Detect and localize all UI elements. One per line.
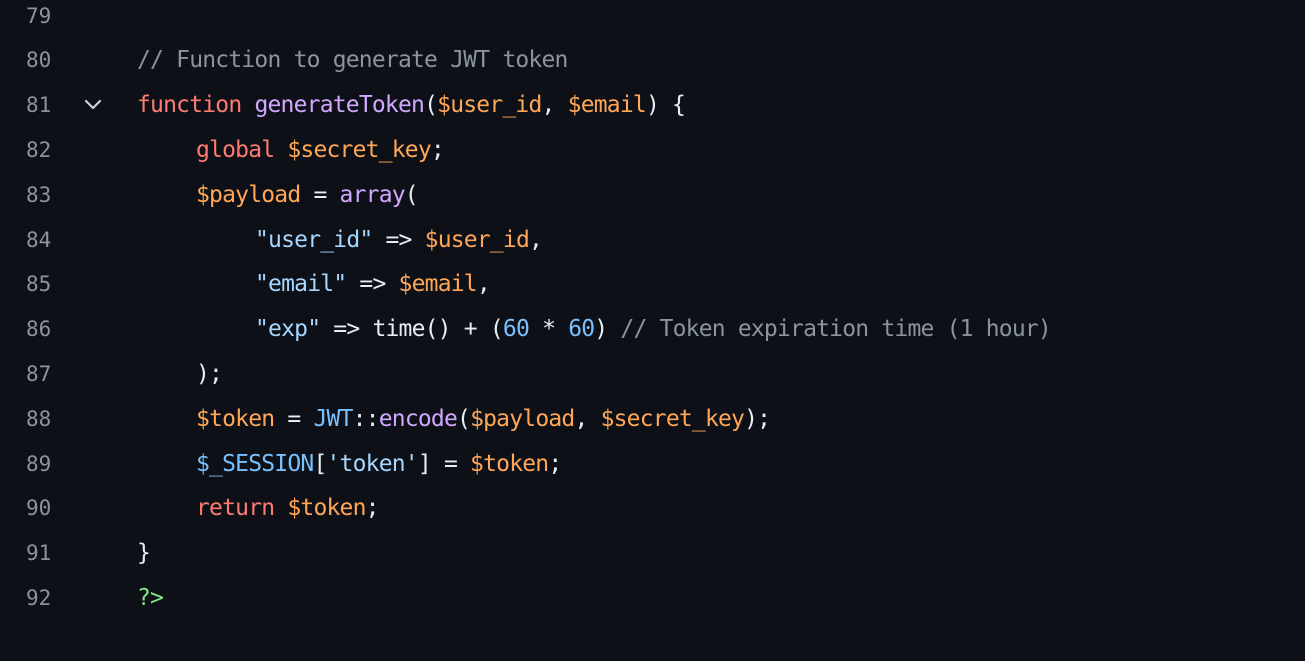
code-line[interactable]: 85 "email" => $email, bbox=[0, 262, 1305, 307]
line-number: 90 bbox=[26, 496, 52, 521]
line-number: 88 bbox=[26, 406, 52, 431]
code-token-comment: // Function to generate JWT token bbox=[137, 47, 568, 74]
code-line[interactable]: 84 "user_id" => $user_id, bbox=[0, 217, 1305, 262]
code-token-var: $user_id bbox=[424, 226, 530, 253]
code-token-plain: ( bbox=[424, 92, 438, 119]
code-line[interactable]: 91} bbox=[0, 531, 1305, 576]
code-token-func: generateToken bbox=[254, 92, 425, 119]
code-text: "exp" => time() + (60 * 60) // Token exp… bbox=[255, 316, 1052, 343]
code-token-string: 'token' bbox=[326, 450, 419, 477]
code-token-func: array bbox=[339, 181, 406, 208]
code-token-string: "email" bbox=[255, 271, 347, 298]
code-token-keyword: return bbox=[196, 495, 275, 522]
code-token-plain: ; bbox=[548, 450, 562, 477]
line-number: 82 bbox=[26, 137, 52, 162]
code-line[interactable]: 92 ?> bbox=[0, 575, 1305, 620]
code-token-plain: ) bbox=[594, 316, 621, 343]
code-token-plain: [ bbox=[313, 450, 327, 477]
code-token-var: $user_id bbox=[437, 92, 542, 119]
code-line[interactable]: 87); bbox=[0, 351, 1305, 396]
code-token-keyword: global bbox=[196, 136, 275, 163]
code-text: // Function to generate JWT token bbox=[137, 47, 568, 73]
code-token-plain: ); bbox=[196, 360, 223, 387]
code-token-var: $secret_key bbox=[287, 136, 431, 163]
code-token-plain: ] = bbox=[417, 450, 471, 477]
code-text: $_SESSION['token'] = $token; bbox=[196, 450, 562, 477]
line-number: 81 bbox=[26, 93, 52, 118]
code-token-func: encode bbox=[378, 405, 458, 432]
code-token-plain: ) { bbox=[645, 92, 686, 119]
code-token-string: "user_id" bbox=[255, 226, 373, 253]
code-line[interactable]: 88 $token = JWT::encode($payload, $secret… bbox=[0, 396, 1305, 441]
code-token-num: 60 bbox=[568, 316, 595, 343]
code-line[interactable]: 89 $_SESSION['token'] = $token; bbox=[0, 441, 1305, 486]
code-line[interactable]: 81 function generateToken($user_id, $emai… bbox=[0, 83, 1305, 128]
code-token-var: $token bbox=[196, 405, 275, 432]
code-token-plain: ( bbox=[457, 405, 471, 432]
code-line[interactable]: 86 "exp" => time() + (60 * 60) // Token e… bbox=[0, 307, 1305, 352]
code-token-plain: , bbox=[574, 405, 601, 432]
code-token-const: JWT bbox=[313, 405, 353, 432]
code-text: } bbox=[137, 540, 151, 567]
code-token-plain: , bbox=[476, 271, 491, 298]
code-line[interactable]: 90 return $token; bbox=[0, 486, 1305, 531]
code-token-plain: :: bbox=[352, 405, 380, 432]
code-token-var: $secret_key bbox=[600, 405, 745, 432]
code-token-var: $token bbox=[470, 450, 549, 477]
code-token-plain: } bbox=[137, 540, 151, 567]
code-token-plain: => bbox=[372, 226, 425, 253]
code-line[interactable]: 79 bbox=[0, 0, 1305, 38]
code-token-plain: , bbox=[529, 226, 543, 253]
code-token-var: $payload bbox=[196, 181, 301, 208]
code-token-keyword: function bbox=[137, 92, 242, 119]
code-line[interactable]: 80 // Function to generate JWT token bbox=[0, 38, 1305, 83]
line-number: 84 bbox=[26, 227, 52, 252]
code-token-var: $email bbox=[567, 92, 647, 119]
code-text: "user_id" => $user_id, bbox=[255, 226, 543, 253]
code-text: "email" => $email, bbox=[255, 271, 491, 298]
code-token-var: $token bbox=[287, 495, 366, 522]
line-number: 89 bbox=[26, 451, 52, 476]
code-text: $token = JWT::encode($payload, $secret_k… bbox=[196, 405, 771, 432]
code-token-plain: = bbox=[300, 181, 340, 208]
line-number: 86 bbox=[26, 317, 52, 342]
code-token-num: 60 bbox=[502, 316, 530, 343]
code-token-const: $_SESSION bbox=[196, 450, 314, 477]
code-token-var: $payload bbox=[470, 405, 575, 432]
code-text: ?> bbox=[137, 584, 164, 611]
code-token-plain: * bbox=[529, 316, 569, 343]
code-text: function generateToken($user_id, $email)… bbox=[137, 92, 686, 119]
line-number: 92 bbox=[26, 585, 52, 610]
code-text: return $token; bbox=[196, 495, 380, 522]
code-token-plain: => bbox=[346, 271, 399, 298]
code-token-plain: = bbox=[274, 405, 314, 432]
code-token-plain: ; bbox=[365, 495, 380, 522]
code-text: $payload = array( bbox=[196, 181, 419, 208]
line-number: 83 bbox=[26, 182, 52, 207]
code-token-plain: , bbox=[541, 92, 568, 119]
code-token-tag: ?> bbox=[137, 584, 164, 611]
code-token-plain: => time() + ( bbox=[320, 316, 503, 343]
code-token-comment: // Token expiration time (1 hour) bbox=[620, 316, 1051, 343]
code-line[interactable]: 83 $payload = array( bbox=[0, 172, 1305, 217]
code-line[interactable]: 82 global $secret_key; bbox=[0, 127, 1305, 172]
line-number: 87 bbox=[26, 361, 52, 386]
code-editor[interactable]: 79 80 // Function to generate JWT token 81 f… bbox=[0, 0, 1305, 661]
code-token-string: "exp" bbox=[255, 316, 321, 343]
code-token-plain: ); bbox=[744, 405, 771, 432]
line-number: 85 bbox=[26, 272, 52, 297]
line-number: 79 bbox=[26, 3, 52, 28]
code-token-plain: ; bbox=[430, 136, 445, 163]
code-token-plain: ( bbox=[404, 181, 419, 208]
chevron-down-icon[interactable] bbox=[82, 94, 104, 116]
line-number: 91 bbox=[26, 541, 52, 566]
code-text: global $secret_key; bbox=[196, 136, 445, 163]
line-number: 80 bbox=[26, 48, 52, 73]
code-token-var: $email bbox=[398, 271, 478, 298]
code-text: ); bbox=[196, 360, 223, 387]
